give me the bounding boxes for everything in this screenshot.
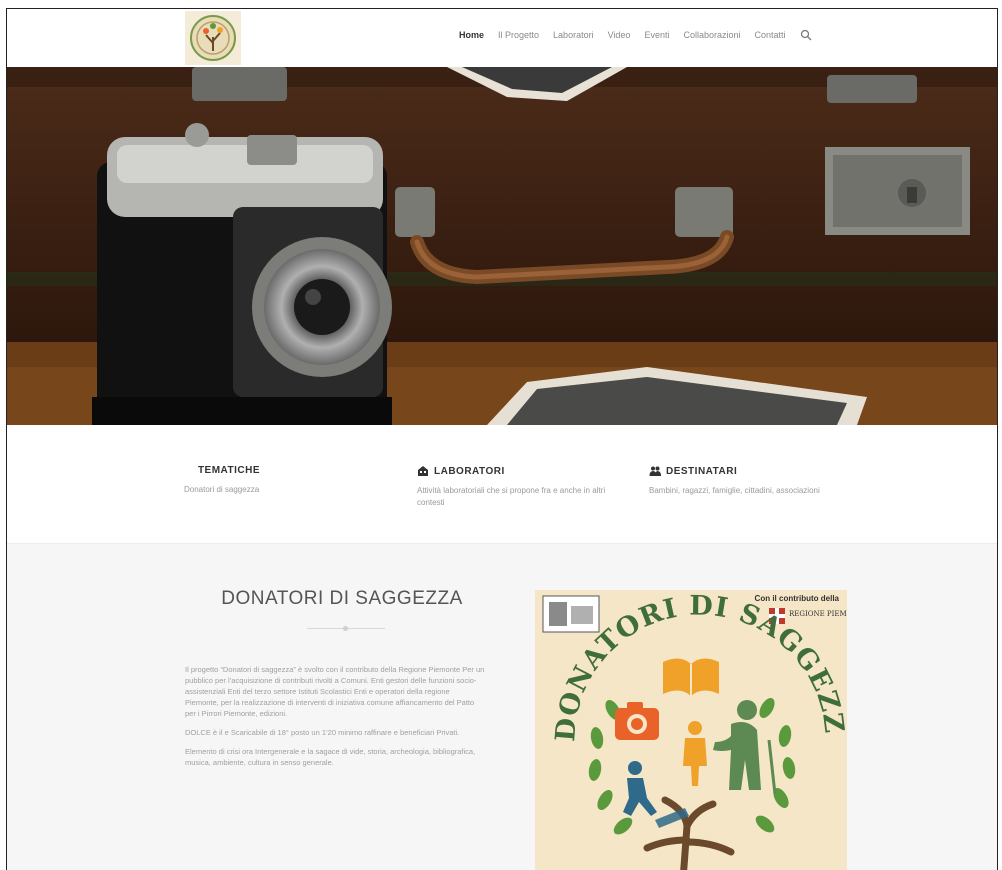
users-icon bbox=[649, 466, 661, 476]
nav-item-il-progetto[interactable]: Il Progetto bbox=[498, 30, 539, 40]
feature-tematiche: TEMATICHE Donatori di saggezza bbox=[184, 465, 394, 496]
tree-icon bbox=[643, 796, 735, 870]
poster-region-name: REGIONE PIEMONTE bbox=[789, 610, 847, 618]
feature-text-laboratori: Attività laboratoriali che si propone fr… bbox=[417, 486, 606, 507]
section-title: DONATORI DI SAGGEZZA bbox=[221, 588, 463, 609]
hero-camera-suitcase-image bbox=[7, 67, 997, 425]
book-icon bbox=[663, 658, 719, 696]
nav-item-home[interactable]: Home bbox=[459, 30, 484, 40]
feature-heading-destinatari: DESTINATARI bbox=[649, 465, 859, 477]
section-body: Il progetto “Donatori di saggezza” è svo… bbox=[185, 664, 485, 776]
feature-heading-laboratori: LABORATORI bbox=[417, 465, 627, 477]
nav-item-collaborazioni[interactable]: Collaborazioni bbox=[683, 30, 740, 40]
logo-emblem-icon bbox=[190, 15, 236, 61]
body-paragraph: Il progetto “Donatori di saggezza” è svo… bbox=[185, 665, 485, 718]
nav-item-eventi[interactable]: Eventi bbox=[644, 30, 669, 40]
site-logo[interactable] bbox=[185, 11, 241, 65]
feature-title-laboratori: LABORATORI bbox=[434, 465, 505, 477]
feature-text-destinatari: Bambini, ragazzi, famiglie, cittadini, a… bbox=[649, 486, 820, 495]
feature-title-destinatari: DESTINATARI bbox=[666, 465, 738, 477]
camera-icon bbox=[615, 702, 659, 740]
poster-illustration: REGIONE PIEMONTE DONATORI DI SAGGEZZA bbox=[535, 590, 847, 870]
boy-figure-icon bbox=[623, 761, 689, 828]
building-icon bbox=[418, 466, 428, 476]
hero-image bbox=[7, 67, 997, 425]
nav-item-contatti[interactable]: Contatti bbox=[755, 30, 786, 40]
feature-destinatari: DESTINATARI Bambini, ragazzi, famiglie, … bbox=[649, 465, 859, 497]
features-row: TEMATICHE Donatori di saggezza LABORATOR… bbox=[7, 425, 997, 543]
project-section: DONATORI DI SAGGEZZA Il progetto “Donato… bbox=[7, 543, 997, 870]
body-paragraph: Elemento di crisi ora Intergenerale e la… bbox=[185, 747, 476, 767]
nav-item-video[interactable]: Video bbox=[608, 30, 631, 40]
body-paragraph: DOLCE è il e Scaricabile di 18° posto un… bbox=[185, 728, 460, 737]
site-header: Home Il Progetto Laboratori Video Eventi… bbox=[7, 9, 997, 67]
child-figure-icon bbox=[683, 721, 707, 786]
project-poster: Con il contributo della REGIONE PIEMONTE… bbox=[535, 590, 847, 870]
poster-contribution-text: Con il contributo della bbox=[754, 594, 839, 603]
browser-page: Home Il Progetto Laboratori Video Eventi… bbox=[6, 8, 998, 870]
divider-dot bbox=[343, 626, 348, 631]
feature-text-tematiche: Donatori di saggezza bbox=[184, 485, 260, 494]
main-nav: Home Il Progetto Laboratori Video Eventi… bbox=[459, 29, 812, 41]
feature-laboratori: LABORATORI Attività laboratoriali che si… bbox=[417, 465, 627, 509]
search-icon[interactable] bbox=[800, 29, 812, 41]
nav-item-laboratori[interactable]: Laboratori bbox=[553, 30, 594, 40]
feature-title-tematiche: TEMATICHE bbox=[197, 465, 261, 476]
